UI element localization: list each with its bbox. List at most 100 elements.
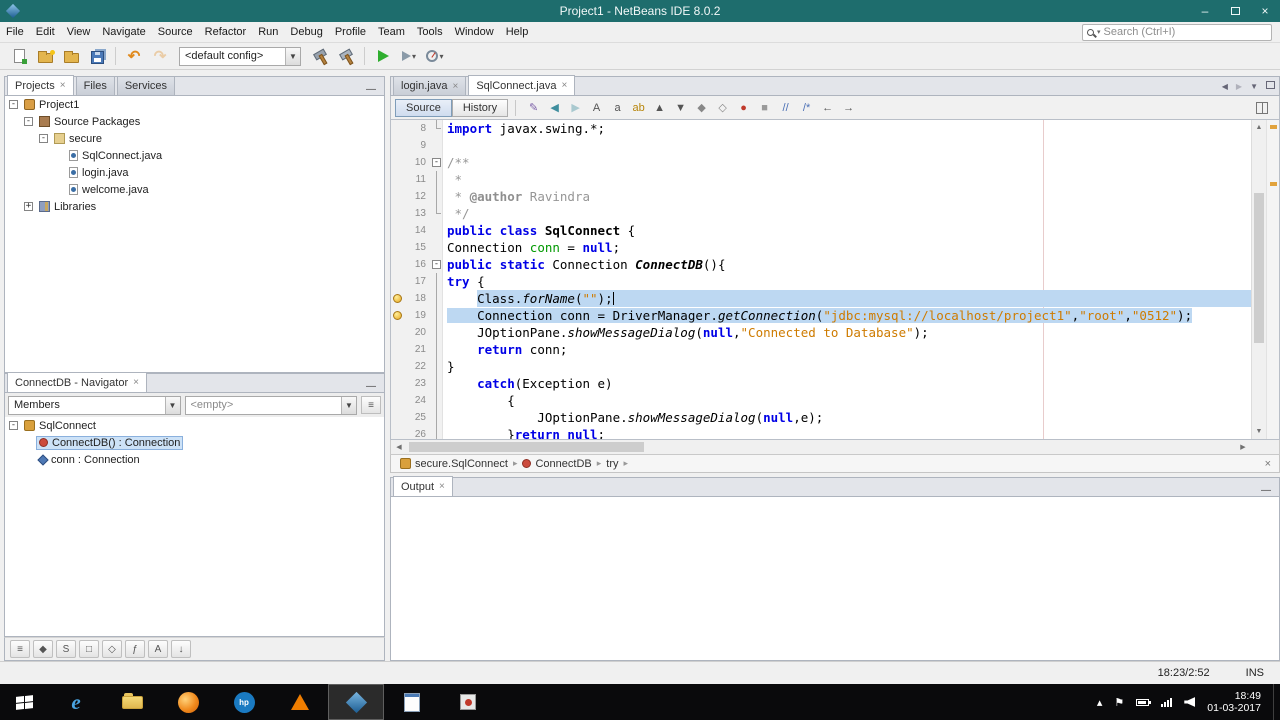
glyph-margin[interactable] — [391, 222, 406, 239]
close-tab-icon[interactable]: × — [133, 377, 139, 388]
show-fields-icon[interactable]: ◆ — [33, 640, 53, 658]
fold-margin[interactable] — [430, 171, 443, 188]
fold-margin[interactable]: - — [430, 256, 443, 273]
members-select[interactable]: Members ▼ — [8, 395, 181, 415]
fold-collapse-icon[interactable]: - — [432, 158, 441, 167]
code-line[interactable]: 10-/** — [391, 154, 1251, 171]
horizontal-scroll-track[interactable] — [407, 440, 1235, 454]
navigator-item[interactable]: ConnectDB() : Connection — [5, 434, 384, 451]
minimize-output-button[interactable]: — — [1253, 485, 1279, 496]
close-tab-icon[interactable]: × — [439, 481, 445, 492]
code-line[interactable]: 21 return conn; — [391, 341, 1251, 358]
code-editor[interactable]: 8 import javax.swing.*; 9 10-/** 11 * 12 * @a… — [391, 120, 1251, 439]
breadcrumb-item[interactable]: secure.SqlConnect — [397, 458, 511, 470]
fold-margin[interactable] — [430, 188, 443, 205]
glyph-margin[interactable] — [391, 409, 406, 426]
code-line[interactable]: 8 import javax.swing.*; — [391, 120, 1251, 137]
code-line[interactable]: 25 JOptionPane.showMessageDialog(null,e)… — [391, 409, 1251, 426]
scroll-down-icon[interactable]: ▼ — [1252, 424, 1266, 439]
next-bookmark-icon[interactable]: ◇ — [712, 98, 733, 117]
glyph-margin[interactable] — [391, 375, 406, 392]
filters-select[interactable]: <empty> ▼ — [184, 395, 357, 415]
menu-run[interactable]: Run — [252, 24, 284, 40]
close-button[interactable]: × — [1250, 0, 1280, 22]
tab-SqlConnect.java[interactable]: SqlConnect.java × — [468, 75, 576, 95]
tab-list-icon[interactable]: ▼ — [1246, 82, 1262, 91]
glyph-margin[interactable] — [391, 307, 406, 324]
fold-margin[interactable] — [430, 239, 443, 256]
project-tree-item[interactable]: welcome.java — [5, 181, 384, 198]
project-tree-item[interactable]: + Libraries — [5, 198, 384, 215]
code-line[interactable]: 23 catch(Exception e) — [391, 375, 1251, 392]
netbeans-icon[interactable] — [328, 684, 384, 720]
maximize-button[interactable] — [1220, 0, 1250, 22]
quick-search-input[interactable]: ▾ Search (Ctrl+I) — [1082, 23, 1272, 41]
glyph-margin[interactable] — [391, 239, 406, 256]
start-button[interactable] — [0, 684, 48, 720]
menu-navigate[interactable]: Navigate — [96, 24, 151, 40]
show-desktop-button[interactable] — [1273, 684, 1280, 720]
menu-edit[interactable]: Edit — [30, 24, 61, 40]
run-icon[interactable] — [370, 44, 396, 68]
projects-tree[interactable]: - Project1- Source Packages - secure SqlConne… — [4, 96, 385, 373]
output-content[interactable] — [390, 497, 1280, 661]
collapse-icon[interactable]: - — [9, 421, 18, 430]
code-line[interactable]: 16- public static Connection ConnectDB(){ — [391, 256, 1251, 273]
glyph-margin[interactable] — [391, 154, 406, 171]
horizontal-scrollbar-thumb[interactable] — [409, 442, 644, 452]
find-selection-icon[interactable]: A — [586, 98, 607, 117]
view-history[interactable]: History — [451, 98, 509, 117]
glyph-margin[interactable] — [391, 273, 406, 290]
error-stripe[interactable] — [1266, 120, 1279, 439]
collapse-icon[interactable]: - — [39, 134, 48, 143]
prev-occurrence-icon[interactable]: ▲ — [649, 98, 670, 117]
show-inner-classes-icon[interactable]: ◇ — [102, 640, 122, 658]
stop-macro-icon[interactable]: ■ — [754, 98, 775, 117]
code-line[interactable]: 15 Connection conn = null; — [391, 239, 1251, 256]
error-stripe-mark[interactable] — [1270, 182, 1277, 186]
code-line[interactable]: 20 JOptionPane.showMessageDialog(null,"C… — [391, 324, 1251, 341]
scroll-left-icon[interactable]: ◀ — [391, 440, 407, 454]
code-line[interactable]: 14 public class SqlConnect { — [391, 222, 1251, 239]
scroll-tabs-right-icon[interactable]: ▶ — [1232, 82, 1246, 91]
taskbar-clock[interactable]: 18:49 01-03-2017 — [1207, 690, 1273, 714]
fold-margin[interactable] — [430, 273, 443, 290]
action-center-icon[interactable]: ⚑ — [1114, 696, 1124, 709]
menu-refactor[interactable]: Refactor — [199, 24, 253, 40]
menu-profile[interactable]: Profile — [329, 24, 372, 40]
fold-margin[interactable] — [430, 137, 443, 154]
notepad-icon[interactable] — [384, 684, 440, 720]
fold-margin[interactable] — [430, 426, 443, 439]
collapse-icon[interactable]: - — [24, 117, 33, 126]
minimize-button[interactable]: – — [1190, 0, 1220, 22]
navigator-sort-icon[interactable]: ≡ — [361, 396, 381, 414]
code-line[interactable]: 18 Class.forName(""); — [391, 290, 1251, 307]
vertical-scrollbar[interactable]: ▲ ▼ — [1251, 120, 1266, 439]
fold-collapse-icon[interactable]: - — [432, 260, 441, 269]
breadcrumb-item[interactable]: try — [603, 458, 621, 470]
glyph-margin[interactable] — [391, 205, 406, 222]
forward-icon[interactable]: ▶ — [565, 98, 586, 117]
horizontal-scrollbar[interactable]: ◀ ▶ — [390, 440, 1280, 455]
project-tree-item[interactable]: - Source Packages — [5, 113, 384, 130]
glyph-margin[interactable] — [391, 256, 406, 273]
scroll-up-icon[interactable]: ▲ — [1252, 120, 1266, 135]
debug-icon[interactable]: ▾ — [396, 44, 422, 68]
paint-icon[interactable] — [440, 684, 496, 720]
comment-icon[interactable]: // — [775, 98, 796, 117]
fold-margin[interactable] — [430, 120, 443, 137]
glyph-margin[interactable] — [391, 426, 406, 439]
code-line[interactable]: 12 * @author Ravindra — [391, 188, 1251, 205]
fully-qualified-icon[interactable]: ƒ — [125, 640, 145, 658]
fold-margin[interactable] — [430, 205, 443, 222]
split-editor-icon[interactable] — [1251, 98, 1272, 117]
close-tab-icon[interactable]: × — [452, 81, 458, 92]
navigator-tree[interactable]: - SqlConnect ConnectDB() : Connection conn … — [4, 417, 385, 637]
shift-left-icon[interactable]: ← — [817, 98, 838, 117]
toggle-highlight-icon[interactable]: ab — [628, 98, 649, 117]
glyph-margin[interactable] — [391, 137, 406, 154]
shift-right-icon[interactable]: → — [838, 98, 859, 117]
vertical-scroll-track[interactable] — [1252, 135, 1266, 424]
uncomment-icon[interactable]: /* — [796, 98, 817, 117]
fold-margin[interactable] — [430, 375, 443, 392]
